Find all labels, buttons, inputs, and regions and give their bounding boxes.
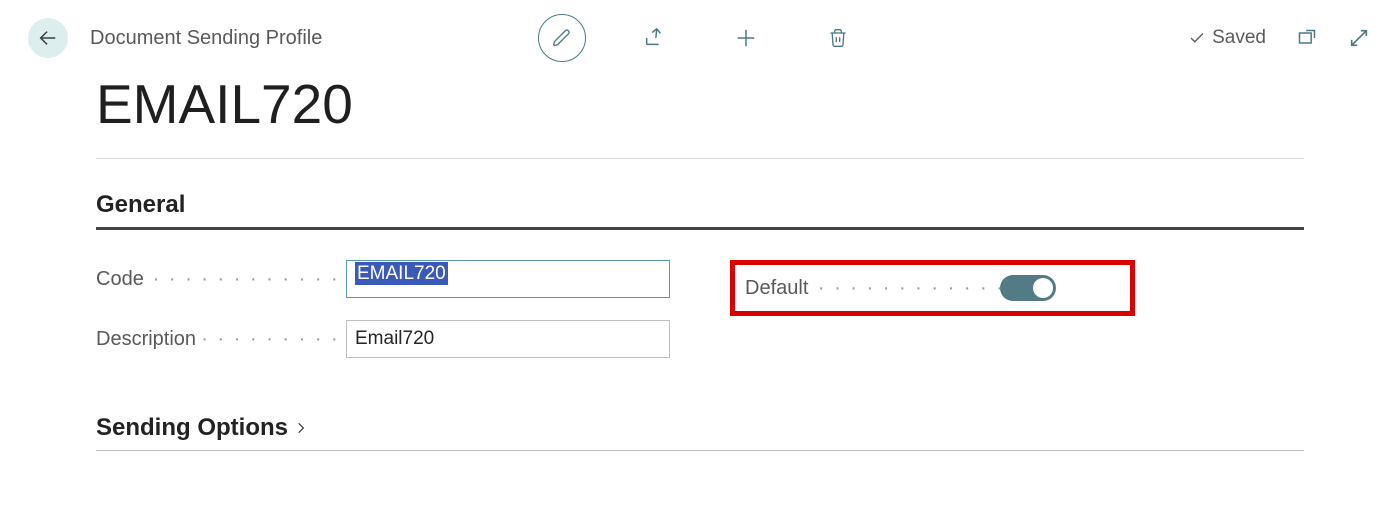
expand-button[interactable]	[1348, 27, 1370, 49]
description-input[interactable]	[346, 320, 670, 358]
pencil-icon	[552, 28, 572, 48]
edit-button[interactable]	[538, 14, 586, 62]
form-col-left: Code EMAIL720 Description	[96, 260, 670, 358]
app-bar: Document Sending Profile Saved	[0, 0, 1400, 66]
default-highlight: Default	[730, 260, 1135, 316]
content: EMAIL720 General Code EMAIL720 Descripti…	[0, 72, 1400, 451]
sending-options-label: Sending Options	[96, 414, 288, 442]
default-toggle[interactable]	[1000, 275, 1056, 301]
section-general-heading: General	[96, 191, 1304, 230]
default-label: Default	[745, 277, 1000, 300]
saved-label: Saved	[1212, 27, 1266, 49]
trash-icon	[828, 27, 848, 49]
plus-icon	[735, 27, 757, 49]
form-col-right: Default	[730, 260, 1304, 358]
delete-button[interactable]	[814, 14, 862, 62]
description-label: Description	[96, 328, 346, 351]
share-icon	[643, 27, 665, 49]
description-field-row: Description	[96, 320, 670, 358]
page-label: Document Sending Profile	[90, 27, 322, 50]
new-button[interactable]	[722, 14, 770, 62]
popout-icon	[1296, 28, 1318, 48]
section-sending-options[interactable]: Sending Options	[96, 414, 1304, 451]
record-title: EMAIL720	[96, 72, 1304, 136]
popout-button[interactable]	[1296, 28, 1318, 48]
saved-indicator: Saved	[1188, 27, 1266, 49]
code-field-row: Code EMAIL720	[96, 260, 670, 298]
right-cluster: Saved	[1188, 27, 1370, 49]
back-arrow-icon	[37, 27, 59, 49]
divider	[96, 158, 1304, 159]
code-input[interactable]: EMAIL720	[346, 260, 670, 298]
back-button[interactable]	[28, 18, 68, 58]
code-label: Code	[96, 268, 346, 291]
check-icon	[1188, 29, 1206, 47]
share-button[interactable]	[630, 14, 678, 62]
toolbar	[538, 14, 862, 62]
chevron-right-icon	[294, 419, 308, 437]
general-form: Code EMAIL720 Description Default	[96, 260, 1304, 358]
expand-arrows-icon	[1348, 27, 1370, 49]
